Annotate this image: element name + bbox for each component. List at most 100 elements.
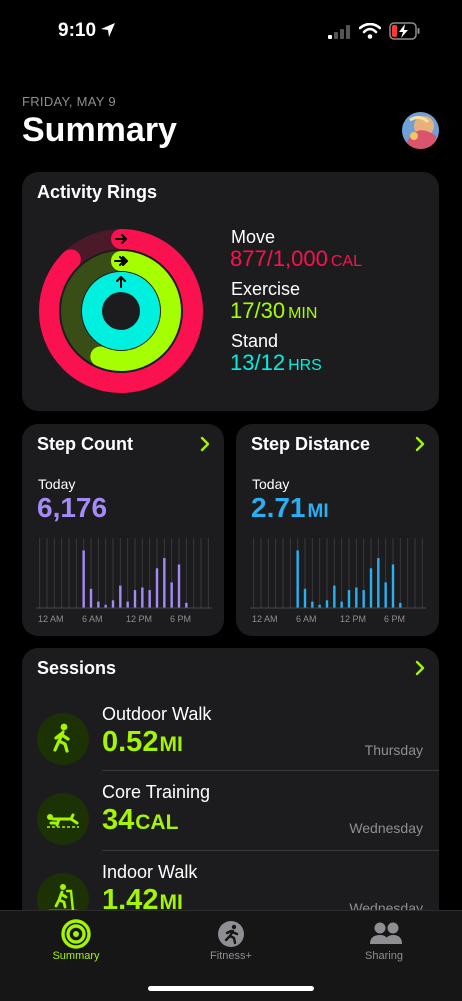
stand-value: 13/12 HRS: [230, 350, 322, 376]
session-day: Thursday: [364, 742, 423, 758]
move-value: 877/1,000 CAL: [230, 246, 362, 272]
step-count-today-label: Today: [38, 476, 76, 492]
step-count-card[interactable]: Step Count Today 6,176 12 AM 6 AM 12 PM 6 P…: [22, 424, 224, 636]
battery-charging-icon: [389, 22, 420, 40]
activity-rings-card[interactable]: Activity Rings Move 877/1,000 CAL Exercis…: [22, 172, 439, 411]
step-distance-number: 2.71: [251, 492, 306, 523]
activity-rings-title: Activity Rings: [37, 182, 158, 202]
step-distance-unit: MI: [307, 501, 329, 522]
session-day: Wednesday: [349, 820, 423, 836]
step-count-bar: [185, 602, 188, 608]
step-distance-chart: 12 AM 6 AM 12 PM 6 PM: [250, 538, 426, 624]
status-time: 9:10: [58, 20, 97, 41]
profile-avatar[interactable]: [402, 112, 439, 149]
stand-unit: HRS: [288, 357, 322, 374]
session-value-number: 34: [102, 804, 135, 836]
step-count-axis-label: 6 AM: [82, 614, 103, 624]
step-count-bar: [163, 558, 166, 608]
divider: [102, 850, 439, 851]
tab-sharing[interactable]: Sharing: [324, 911, 444, 971]
step-distance-card[interactable]: Step Distance Today 2.71 MI 12 AM 6 AM 12 P…: [236, 424, 439, 636]
core-training-icon: [37, 793, 89, 845]
step-distance-axis-label: 6 PM: [384, 614, 405, 624]
walk-icon: [37, 713, 89, 765]
step-distance-today-label: Today: [252, 476, 290, 492]
move-unit: CAL: [330, 253, 362, 270]
sessions-card: Sessions Outdoor Walk 0.52MI Thursday Co…: [22, 648, 439, 948]
step-count-bar: [111, 600, 115, 608]
tab-summary[interactable]: Summary: [16, 911, 136, 971]
sharing-icon: [370, 922, 402, 944]
exercise-value-number: 17/30: [230, 298, 286, 323]
step-distance-axis-label: 6 AM: [296, 614, 317, 624]
step-distance-bar: [340, 601, 343, 608]
step-distance-bar: [296, 550, 299, 608]
step-distance-bar: [369, 568, 373, 608]
step-distance-bar: [355, 587, 358, 608]
exercise-label: Exercise: [231, 279, 301, 299]
step-distance-bar: [325, 600, 329, 608]
step-count-bar: [177, 564, 181, 608]
session-row[interactable]: Core Training 34CAL Wednesday: [22, 770, 439, 850]
fitness-plus-icon: [218, 921, 244, 947]
session-name: Outdoor Walk: [102, 704, 212, 724]
step-distance-bar: [347, 590, 351, 608]
session-value: 34CAL: [102, 804, 178, 837]
step-distance-value: 2.71 MI: [251, 492, 329, 524]
session-value: 0.52MI: [102, 726, 183, 759]
step-count-title: Step Count: [37, 434, 133, 454]
status-bar: 9:10: [0, 0, 462, 62]
activity-rings-chart: [39, 229, 203, 393]
session-name: Indoor Walk: [102, 862, 198, 882]
session-unit: MI: [159, 733, 183, 756]
step-count-axis-label: 12 PM: [126, 614, 152, 624]
exercise-unit: MIN: [288, 305, 318, 322]
step-distance-bar: [333, 585, 336, 608]
step-count-bar: [170, 582, 173, 608]
step-distance-bar: [362, 590, 365, 608]
chevron-right-icon: [415, 436, 425, 452]
location-arrow-icon: [101, 23, 115, 37]
tab-label-summary: Summary: [52, 950, 100, 962]
stand-label: Stand: [231, 331, 279, 351]
stand-value-number: 13/12: [230, 350, 286, 375]
step-distance-title: Step Distance: [251, 434, 371, 454]
move-value-number: 877/1,000: [230, 246, 328, 271]
session-row[interactable]: Outdoor Walk 0.52MI Thursday: [22, 698, 439, 778]
tab-label-fitness-plus: Fitness+: [210, 950, 252, 962]
step-count-bar: [119, 585, 122, 608]
step-count-value: 6,176: [37, 492, 108, 523]
date-label: FRIDAY, MAY 9: [22, 94, 116, 109]
step-count-bar: [82, 550, 85, 608]
step-count-bar: [126, 601, 129, 608]
step-distance-bar: [391, 564, 395, 608]
page-title: Summary: [22, 111, 177, 149]
divider: [102, 770, 439, 771]
chevron-right-icon[interactable]: [415, 660, 425, 676]
step-count-axis-label: 6 PM: [170, 614, 191, 624]
step-count-bar: [155, 568, 159, 608]
session-name: Core Training: [102, 782, 211, 802]
step-distance-bar: [384, 582, 387, 608]
home-indicator: [148, 986, 314, 991]
wifi-icon: [359, 23, 381, 39]
step-count-bar: [148, 590, 151, 608]
step-count-bar: [141, 587, 144, 608]
cellular-signal-icon: [328, 25, 350, 39]
tab-fitness-plus[interactable]: Fitness+: [171, 911, 291, 971]
step-distance-bar: [303, 588, 307, 608]
step-distance-bar: [399, 602, 402, 608]
tab-label-sharing: Sharing: [365, 950, 403, 962]
step-distance-bar: [377, 558, 380, 608]
exercise-value: 17/30 MIN: [230, 298, 317, 324]
sessions-title: Sessions: [37, 658, 117, 678]
step-count-axis-label: 12 AM: [38, 614, 64, 624]
move-label: Move: [231, 227, 276, 247]
step-distance-axis-label: 12 AM: [252, 614, 278, 624]
avatar-image: [402, 112, 439, 149]
step-count-chart: 12 AM 6 AM 12 PM 6 PM: [36, 538, 212, 624]
step-count-bar: [133, 590, 137, 608]
session-unit: CAL: [135, 811, 179, 834]
step-distance-bar: [311, 601, 314, 608]
step-count-bar: [89, 588, 93, 608]
